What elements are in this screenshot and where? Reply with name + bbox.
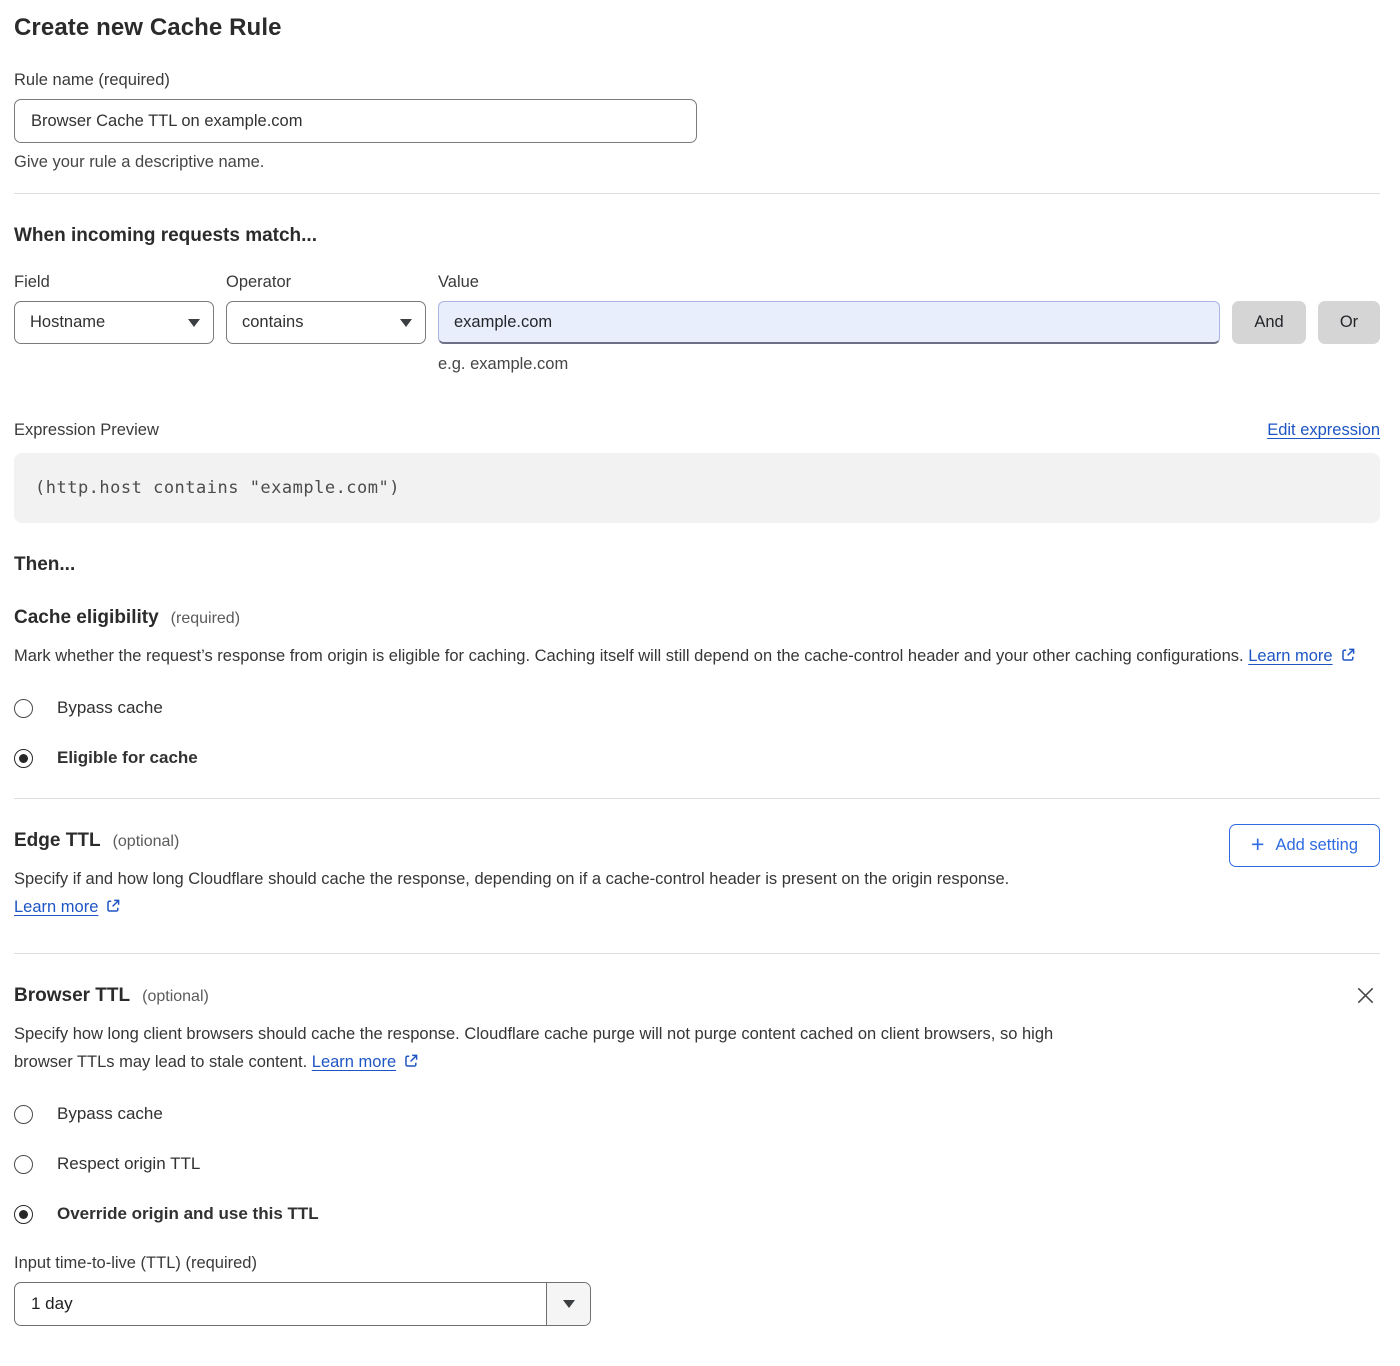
- rule-name-input[interactable]: [14, 99, 697, 143]
- cache-eligibility-options: Bypass cache Eligible for cache: [14, 698, 1380, 768]
- edge-ttl-description-text: Specify if and how long Cloudflare shoul…: [14, 870, 1009, 888]
- browser-ttl-description-text: Specify how long client browsers should …: [14, 1025, 1053, 1071]
- radio-bypass-cache[interactable]: Bypass cache: [14, 698, 1380, 718]
- section-divider: [14, 193, 1380, 194]
- browser-ttl-section-head: Browser TTL (optional) Specify how long …: [14, 954, 1380, 1076]
- external-link-icon: [1340, 644, 1356, 672]
- and-button[interactable]: And: [1232, 301, 1306, 344]
- edge-ttl-section-head: Edge TTL (optional) Specify if and how l…: [14, 799, 1380, 921]
- then-heading: Then...: [14, 554, 1380, 576]
- value-input[interactable]: [438, 301, 1220, 344]
- page-title: Create new Cache Rule: [14, 14, 1380, 42]
- match-heading: When incoming requests match...: [14, 225, 1380, 247]
- optional-badge: (optional): [142, 988, 209, 1006]
- expression-code: (http.host contains "example.com"): [14, 453, 1380, 523]
- chevron-down-icon: [400, 319, 412, 327]
- browser-ttl-options: Bypass cache Respect origin TTL Override…: [14, 1104, 1380, 1224]
- edge-ttl-description: Specify if and how long Cloudflare shoul…: [14, 865, 1106, 921]
- ttl-select-caret-segment[interactable]: [546, 1283, 590, 1325]
- external-link-icon: [105, 895, 121, 923]
- ttl-select[interactable]: 1 day: [14, 1282, 591, 1326]
- field-select[interactable]: Hostname: [14, 301, 214, 344]
- add-setting-button[interactable]: + Add setting: [1229, 824, 1380, 867]
- browser-ttl-description: Specify how long client browsers should …: [14, 1020, 1106, 1076]
- radio-icon: [14, 699, 33, 718]
- radio-respect-origin-ttl[interactable]: Respect origin TTL: [14, 1154, 1380, 1174]
- edit-expression-link[interactable]: Edit expression: [1267, 421, 1380, 440]
- radio-selected-icon: [14, 749, 33, 768]
- close-browser-ttl-button[interactable]: [1351, 981, 1380, 1010]
- match-condition-row: Field Operator Value Hostname contains A…: [14, 273, 1380, 374]
- radio-selected-icon: [14, 1205, 33, 1224]
- external-link-icon: [403, 1050, 419, 1078]
- required-badge: (required): [171, 610, 240, 628]
- ttl-input-label: Input time-to-live (TTL) (required): [14, 1254, 1380, 1273]
- rule-name-label: Rule name (required): [14, 71, 1380, 90]
- edge-ttl-learn-more-link[interactable]: Learn more: [14, 893, 121, 921]
- browser-ttl-header: Browser TTL (optional): [14, 985, 1106, 1007]
- value-hint: e.g. example.com: [438, 355, 1220, 374]
- or-button[interactable]: Or: [1318, 301, 1380, 344]
- radio-icon: [14, 1155, 33, 1174]
- radio-eligible-for-cache[interactable]: Eligible for cache: [14, 748, 1380, 768]
- expression-preview-row: Expression Preview Edit expression: [14, 421, 1380, 440]
- cache-eligibility-header: Cache eligibility (required): [14, 607, 1380, 629]
- expression-preview-label: Expression Preview: [14, 421, 159, 440]
- cache-eligibility-learn-more-link[interactable]: Learn more: [1248, 642, 1355, 670]
- browser-ttl-title: Browser TTL: [14, 985, 130, 1007]
- radio-override-origin-ttl[interactable]: Override origin and use this TTL: [14, 1204, 1380, 1224]
- edge-ttl-header: Edge TTL (optional): [14, 830, 1106, 852]
- plus-icon: +: [1251, 833, 1264, 856]
- cache-eligibility-description: Mark whether the request’s response from…: [14, 642, 1380, 670]
- cache-eligibility-description-text: Mark whether the request’s response from…: [14, 647, 1244, 665]
- cache-eligibility-title: Cache eligibility: [14, 607, 159, 629]
- ttl-select-value: 1 day: [15, 1283, 546, 1325]
- optional-badge: (optional): [113, 833, 180, 851]
- operator-select-value: contains: [242, 313, 303, 332]
- field-select-value: Hostname: [30, 313, 105, 332]
- rule-name-help: Give your rule a descriptive name.: [14, 153, 1380, 172]
- radio-bypass-cache[interactable]: Bypass cache: [14, 1104, 1380, 1124]
- create-cache-rule-page: Create new Cache Rule Rule name (require…: [0, 0, 1400, 1366]
- operator-label: Operator: [226, 273, 426, 292]
- field-label: Field: [14, 273, 214, 292]
- close-icon: [1355, 985, 1376, 1006]
- operator-select[interactable]: contains: [226, 301, 426, 344]
- browser-ttl-learn-more-link[interactable]: Learn more: [312, 1048, 419, 1076]
- edge-ttl-title: Edge TTL: [14, 830, 101, 852]
- value-label: Value: [438, 273, 1380, 292]
- radio-icon: [14, 1105, 33, 1124]
- chevron-down-icon: [188, 319, 200, 327]
- chevron-down-icon: [563, 1300, 575, 1308]
